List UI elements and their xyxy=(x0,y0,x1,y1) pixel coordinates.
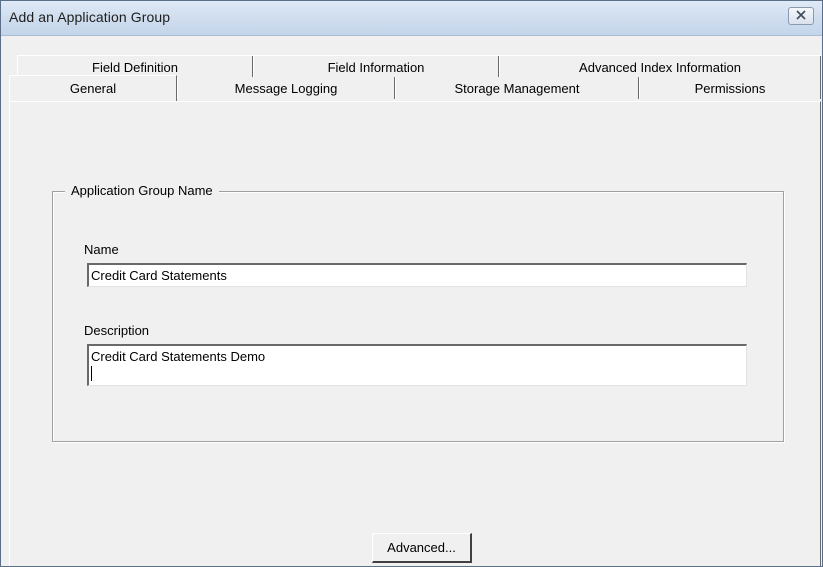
tab-general[interactable]: General xyxy=(9,75,177,101)
description-label: Description xyxy=(84,323,150,338)
advanced-button-label: Advanced... xyxy=(387,540,456,555)
tab-row-front: General Message Logging Storage Manageme… xyxy=(9,75,821,101)
groupbox-legend: Application Group Name xyxy=(65,183,219,198)
tab-label: Message Logging xyxy=(234,80,338,96)
tab-label: Advanced Index Information xyxy=(579,59,741,75)
tab-storage-management[interactable]: Storage Management xyxy=(395,77,639,99)
description-field[interactable]: Credit Card Statements Demo xyxy=(87,344,747,386)
name-field[interactable]: Credit Card Statements xyxy=(87,263,747,287)
close-icon xyxy=(795,7,807,25)
advanced-button[interactable]: Advanced... xyxy=(372,533,472,563)
name-value: Credit Card Statements xyxy=(91,268,227,283)
tab-label: General xyxy=(69,81,117,96)
name-label: Name xyxy=(84,242,119,257)
tab-field-information[interactable]: Field Information xyxy=(253,56,499,78)
window-title: Add an Application Group xyxy=(9,9,171,25)
tab-label: Field Information xyxy=(327,59,425,75)
tab-label: Storage Management xyxy=(454,80,580,96)
tab-advanced-index-information[interactable]: Advanced Index Information xyxy=(499,56,821,78)
close-button[interactable] xyxy=(788,7,814,25)
tab-permissions[interactable]: Permissions xyxy=(639,77,821,99)
tab-message-logging[interactable]: Message Logging xyxy=(177,77,395,99)
application-group-name-groupbox xyxy=(52,191,784,442)
description-value: Credit Card Statements Demo xyxy=(91,349,266,364)
tab-label: Field Definition xyxy=(92,59,178,75)
tab-label: Permissions xyxy=(694,80,766,96)
add-application-group-dialog: Add an Application Group Field Definitio… xyxy=(0,0,823,567)
text-caret xyxy=(91,366,92,381)
title-bar[interactable]: Add an Application Group xyxy=(1,1,822,36)
